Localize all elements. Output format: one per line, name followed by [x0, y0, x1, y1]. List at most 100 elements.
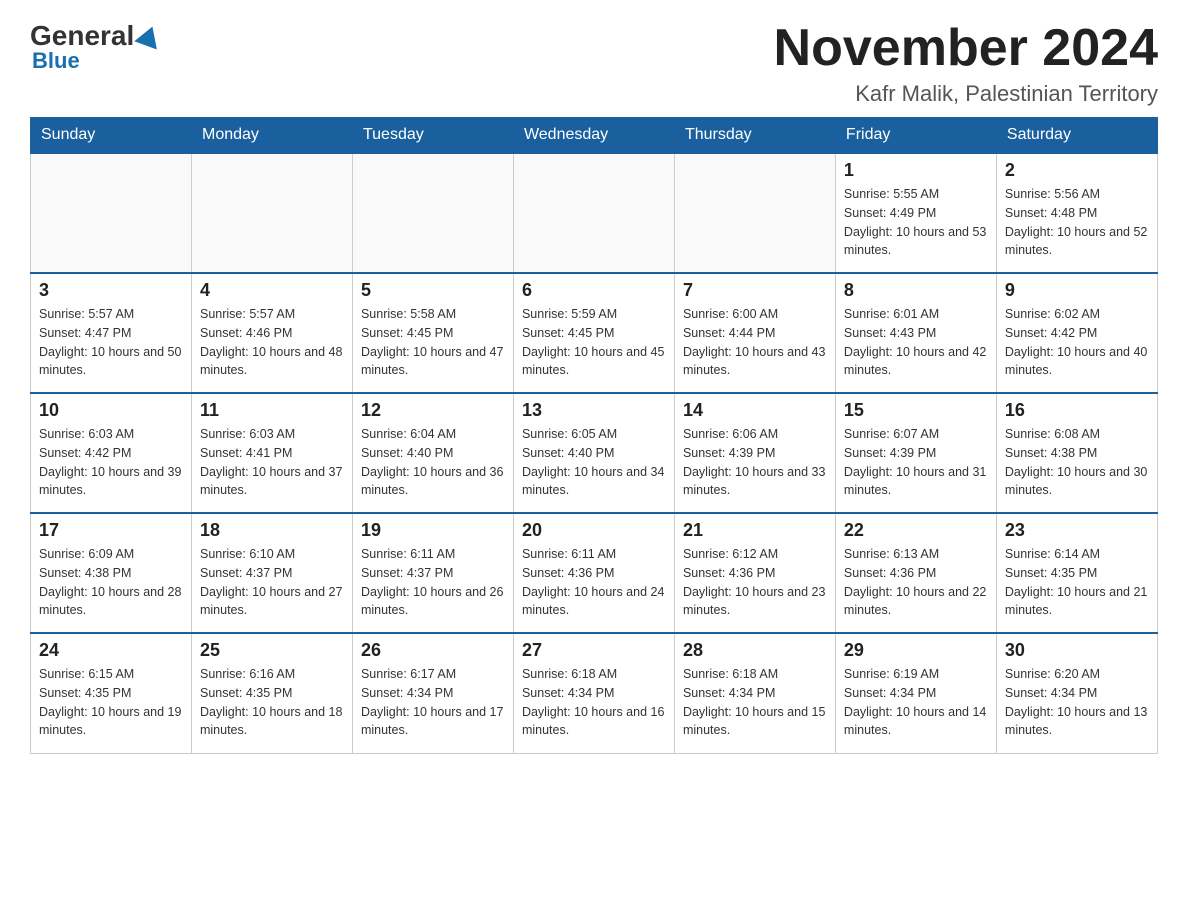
table-row: 13Sunrise: 6:05 AMSunset: 4:40 PMDayligh…	[513, 393, 674, 513]
location-title: Kafr Malik, Palestinian Territory	[774, 81, 1158, 107]
day-info: Sunrise: 6:11 AMSunset: 4:37 PMDaylight:…	[361, 545, 505, 620]
day-number: 21	[683, 520, 827, 541]
weekday-header-row: Sunday Monday Tuesday Wednesday Thursday…	[31, 118, 1158, 154]
day-info: Sunrise: 5:56 AMSunset: 4:48 PMDaylight:…	[1005, 185, 1149, 260]
table-row: 15Sunrise: 6:07 AMSunset: 4:39 PMDayligh…	[835, 393, 996, 513]
table-row: 12Sunrise: 6:04 AMSunset: 4:40 PMDayligh…	[352, 393, 513, 513]
day-number: 6	[522, 280, 666, 301]
table-row: 21 Sunrise: 6:12 AMSunset: 4:36 PMDayligh…	[674, 513, 835, 633]
day-number: 22	[844, 520, 988, 541]
day-number: 2	[1005, 160, 1149, 181]
day-number: 13	[522, 400, 666, 421]
day-number: 16	[1005, 400, 1149, 421]
table-row	[31, 153, 192, 273]
day-number: 28	[683, 640, 827, 661]
day-info: Sunrise: 6:08 AMSunset: 4:38 PMDaylight:…	[1005, 425, 1149, 500]
table-row: 29Sunrise: 6:19 AMSunset: 4:34 PMDayligh…	[835, 633, 996, 753]
day-number: 20	[522, 520, 666, 541]
day-number: 18	[200, 520, 344, 541]
month-title: November 2024	[774, 20, 1158, 77]
day-info: Sunrise: 6:01 AMSunset: 4:43 PMDaylight:…	[844, 305, 988, 380]
table-row: 30Sunrise: 6:20 AMSunset: 4:34 PMDayligh…	[996, 633, 1157, 753]
table-row: 24 Sunrise: 6:15 AMSunset: 4:35 PMDayligh…	[31, 633, 192, 753]
day-info: Sunrise: 6:14 AMSunset: 4:35 PMDaylight:…	[1005, 545, 1149, 620]
calendar-table: Sunday Monday Tuesday Wednesday Thursday…	[30, 117, 1158, 754]
table-row: 26 Sunrise: 6:17 AMSunset: 4:34 PMDayligh…	[352, 633, 513, 753]
header-saturday: Saturday	[996, 118, 1157, 154]
day-number: 14	[683, 400, 827, 421]
page-header: General Blue November 2024 Kafr Malik, P…	[30, 20, 1158, 107]
day-info: Sunrise: 6:00 AMSunset: 4:44 PMDaylight:…	[683, 305, 827, 380]
calendar-week-row: 17 Sunrise: 6:09 AMSunset: 4:38 PMDayligh…	[31, 513, 1158, 633]
header-wednesday: Wednesday	[513, 118, 674, 154]
table-row: 9 Sunrise: 6:02 AMSunset: 4:42 PMDaylight…	[996, 273, 1157, 393]
table-row: 23Sunrise: 6:14 AMSunset: 4:35 PMDayligh…	[996, 513, 1157, 633]
table-row: 7 Sunrise: 6:00 AMSunset: 4:44 PMDaylight…	[674, 273, 835, 393]
table-row: 14 Sunrise: 6:06 AMSunset: 4:39 PMDayligh…	[674, 393, 835, 513]
table-row: 18 Sunrise: 6:10 AMSunset: 4:37 PMDayligh…	[191, 513, 352, 633]
day-info: Sunrise: 6:15 AMSunset: 4:35 PMDaylight:…	[39, 665, 183, 740]
table-row: 8Sunrise: 6:01 AMSunset: 4:43 PMDaylight…	[835, 273, 996, 393]
day-info: Sunrise: 6:03 AMSunset: 4:42 PMDaylight:…	[39, 425, 183, 500]
table-row: 17 Sunrise: 6:09 AMSunset: 4:38 PMDayligh…	[31, 513, 192, 633]
logo-triangle-icon	[135, 22, 164, 49]
header-friday: Friday	[835, 118, 996, 154]
table-row	[513, 153, 674, 273]
day-info: Sunrise: 6:18 AMSunset: 4:34 PMDaylight:…	[522, 665, 666, 740]
table-row: 4Sunrise: 5:57 AMSunset: 4:46 PMDaylight…	[191, 273, 352, 393]
day-number: 9	[1005, 280, 1149, 301]
calendar-week-row: 1 Sunrise: 5:55 AMSunset: 4:49 PMDaylight…	[31, 153, 1158, 273]
day-info: Sunrise: 6:12 AMSunset: 4:36 PMDaylight:…	[683, 545, 827, 620]
day-info: Sunrise: 6:09 AMSunset: 4:38 PMDaylight:…	[39, 545, 183, 620]
day-number: 29	[844, 640, 988, 661]
table-row	[674, 153, 835, 273]
table-row: 5 Sunrise: 5:58 AMSunset: 4:45 PMDaylight…	[352, 273, 513, 393]
day-number: 7	[683, 280, 827, 301]
day-info: Sunrise: 6:16 AMSunset: 4:35 PMDaylight:…	[200, 665, 344, 740]
day-number: 1	[844, 160, 988, 181]
table-row: 22Sunrise: 6:13 AMSunset: 4:36 PMDayligh…	[835, 513, 996, 633]
header-monday: Monday	[191, 118, 352, 154]
day-info: Sunrise: 6:11 AMSunset: 4:36 PMDaylight:…	[522, 545, 666, 620]
logo-blue-text: Blue	[32, 48, 80, 74]
day-number: 17	[39, 520, 183, 541]
table-row: 28 Sunrise: 6:18 AMSunset: 4:34 PMDayligh…	[674, 633, 835, 753]
table-row: 27 Sunrise: 6:18 AMSunset: 4:34 PMDayligh…	[513, 633, 674, 753]
table-row: 10Sunrise: 6:03 AMSunset: 4:42 PMDayligh…	[31, 393, 192, 513]
day-number: 11	[200, 400, 344, 421]
day-number: 12	[361, 400, 505, 421]
day-info: Sunrise: 5:58 AMSunset: 4:45 PMDaylight:…	[361, 305, 505, 380]
day-info: Sunrise: 6:17 AMSunset: 4:34 PMDaylight:…	[361, 665, 505, 740]
title-block: November 2024 Kafr Malik, Palestinian Te…	[774, 20, 1158, 107]
day-info: Sunrise: 6:02 AMSunset: 4:42 PMDaylight:…	[1005, 305, 1149, 380]
calendar-week-row: 10Sunrise: 6:03 AMSunset: 4:42 PMDayligh…	[31, 393, 1158, 513]
header-sunday: Sunday	[31, 118, 192, 154]
header-thursday: Thursday	[674, 118, 835, 154]
table-row: 20 Sunrise: 6:11 AMSunset: 4:36 PMDayligh…	[513, 513, 674, 633]
header-tuesday: Tuesday	[352, 118, 513, 154]
day-info: Sunrise: 5:55 AMSunset: 4:49 PMDaylight:…	[844, 185, 988, 260]
logo: General Blue	[30, 20, 164, 74]
table-row	[352, 153, 513, 273]
day-info: Sunrise: 6:18 AMSunset: 4:34 PMDaylight:…	[683, 665, 827, 740]
day-number: 4	[200, 280, 344, 301]
table-row: 1 Sunrise: 5:55 AMSunset: 4:49 PMDaylight…	[835, 153, 996, 273]
day-number: 26	[361, 640, 505, 661]
day-number: 5	[361, 280, 505, 301]
day-number: 25	[200, 640, 344, 661]
calendar-week-row: 3 Sunrise: 5:57 AMSunset: 4:47 PMDaylight…	[31, 273, 1158, 393]
table-row: 16 Sunrise: 6:08 AMSunset: 4:38 PMDayligh…	[996, 393, 1157, 513]
day-info: Sunrise: 6:10 AMSunset: 4:37 PMDaylight:…	[200, 545, 344, 620]
calendar-week-row: 24 Sunrise: 6:15 AMSunset: 4:35 PMDayligh…	[31, 633, 1158, 753]
day-info: Sunrise: 5:57 AMSunset: 4:47 PMDaylight:…	[39, 305, 183, 380]
day-number: 24	[39, 640, 183, 661]
day-info: Sunrise: 6:06 AMSunset: 4:39 PMDaylight:…	[683, 425, 827, 500]
day-number: 30	[1005, 640, 1149, 661]
table-row: 6Sunrise: 5:59 AMSunset: 4:45 PMDaylight…	[513, 273, 674, 393]
day-number: 19	[361, 520, 505, 541]
day-number: 15	[844, 400, 988, 421]
day-number: 27	[522, 640, 666, 661]
table-row: 3 Sunrise: 5:57 AMSunset: 4:47 PMDaylight…	[31, 273, 192, 393]
day-number: 3	[39, 280, 183, 301]
table-row: 11Sunrise: 6:03 AMSunset: 4:41 PMDayligh…	[191, 393, 352, 513]
